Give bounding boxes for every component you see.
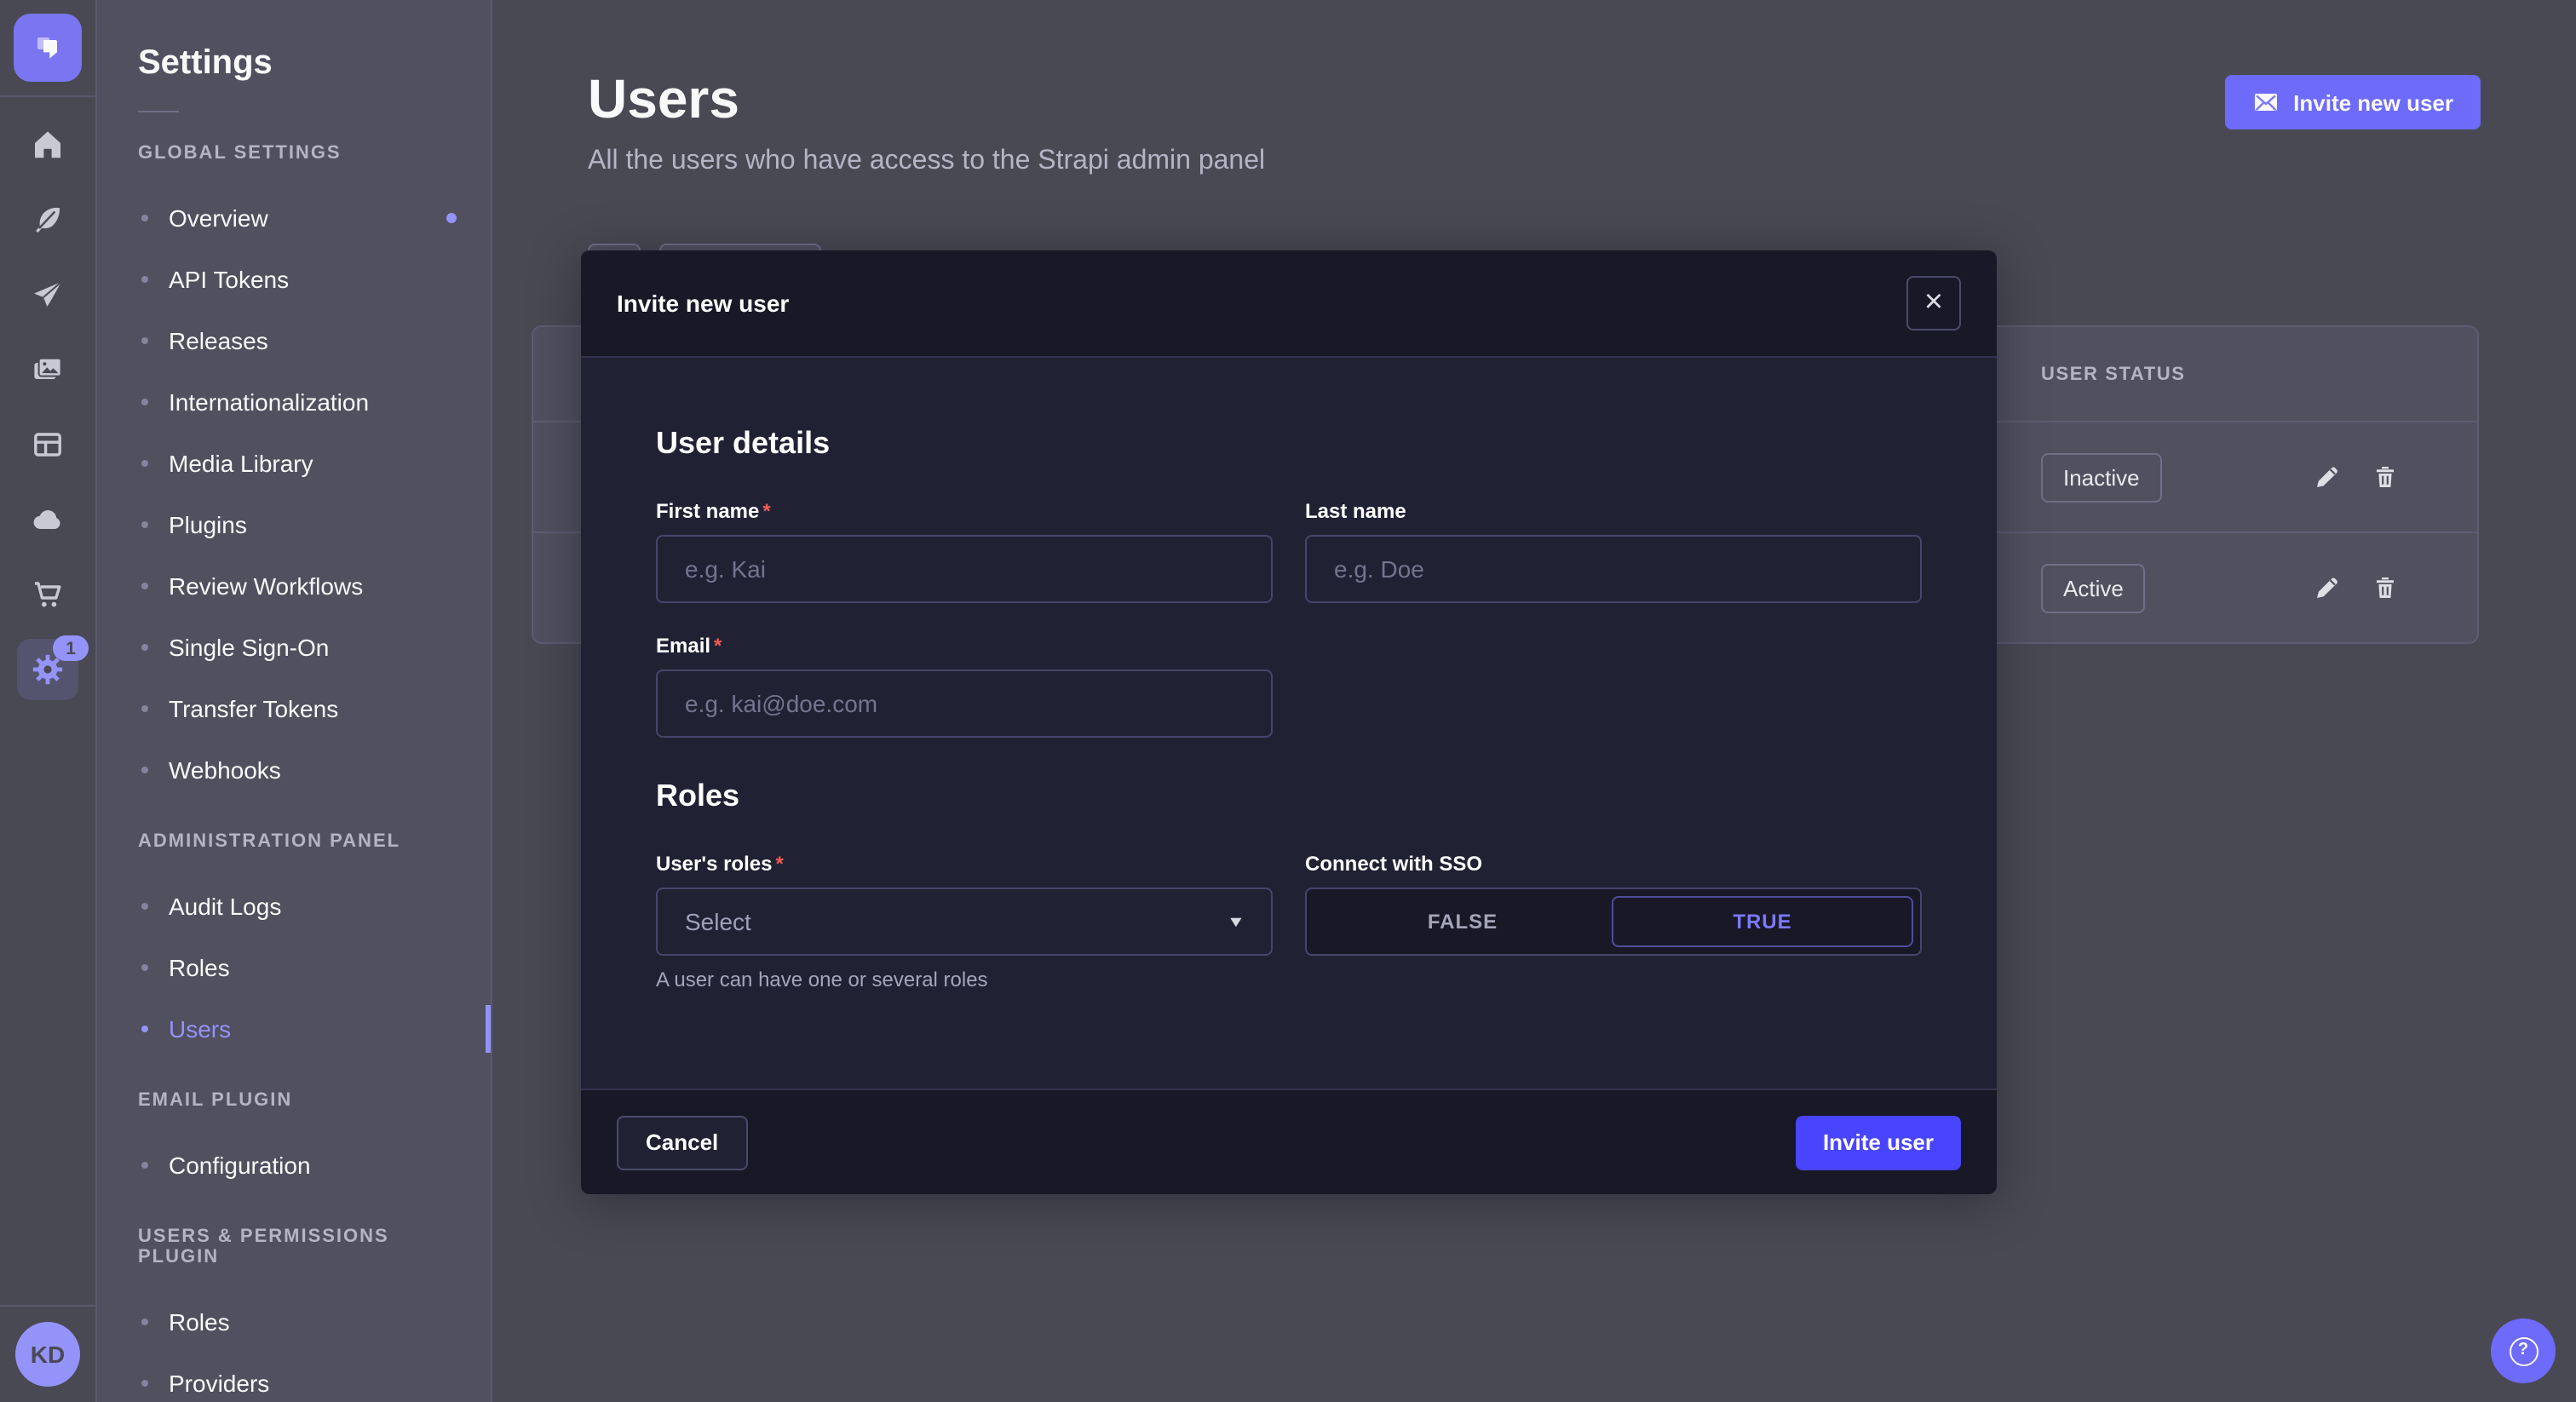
sso-toggle: FALSE TRUE — [1305, 888, 1922, 956]
last-name-label: Last name — [1305, 499, 1922, 523]
strapi-admin: 1 KD Settings GLOBAL SETTINGS Overview A… — [0, 0, 2576, 1402]
users-roles-field-group: User's roles* Select ▼ A user can have o… — [656, 852, 1273, 991]
close-icon: × — [1924, 285, 1943, 318]
select-value: Select — [685, 908, 751, 935]
modal-footer: Cancel Invite user — [581, 1089, 1997, 1194]
users-roles-select[interactable]: Select ▼ — [656, 888, 1273, 956]
email-label: Email* — [656, 634, 1273, 658]
sso-label: Connect with SSO — [1305, 852, 1922, 876]
sso-toggle-false[interactable]: FALSE — [1314, 896, 1612, 947]
sso-toggle-true[interactable]: TRUE — [1612, 896, 1913, 947]
email-input[interactable] — [656, 669, 1273, 738]
user-details-heading: User details — [656, 426, 1922, 462]
close-button[interactable]: × — [1906, 276, 1961, 330]
required-mark: * — [762, 499, 770, 523]
chevron-down-icon: ▼ — [1227, 913, 1245, 930]
invite-user-submit-button[interactable]: Invite user — [1796, 1115, 1961, 1169]
first-name-field-group: First name* — [656, 499, 1273, 603]
email-field-group: Email* — [656, 634, 1273, 738]
users-roles-hint: A user can have one or several roles — [656, 968, 1273, 991]
modal-header: Invite new user × — [581, 250, 1997, 358]
viewport: 1 KD Settings GLOBAL SETTINGS Overview A… — [0, 0, 2576, 1402]
users-roles-label: User's roles* — [656, 852, 1273, 876]
required-mark: * — [775, 852, 783, 876]
invite-user-modal: Invite new user × User details First nam… — [581, 250, 1997, 1194]
cancel-button[interactable]: Cancel — [617, 1115, 747, 1169]
last-name-field-group: Last name — [1305, 499, 1922, 603]
sso-field-group: Connect with SSO FALSE TRUE — [1305, 852, 1922, 991]
modal-title: Invite new user — [617, 290, 789, 317]
required-mark: * — [714, 634, 722, 658]
first-name-label: First name* — [656, 499, 1273, 523]
roles-heading: Roles — [656, 779, 1922, 814]
modal-body: User details First name* Last name — [581, 358, 1997, 991]
last-name-input[interactable] — [1305, 535, 1922, 603]
first-name-input[interactable] — [656, 535, 1273, 603]
